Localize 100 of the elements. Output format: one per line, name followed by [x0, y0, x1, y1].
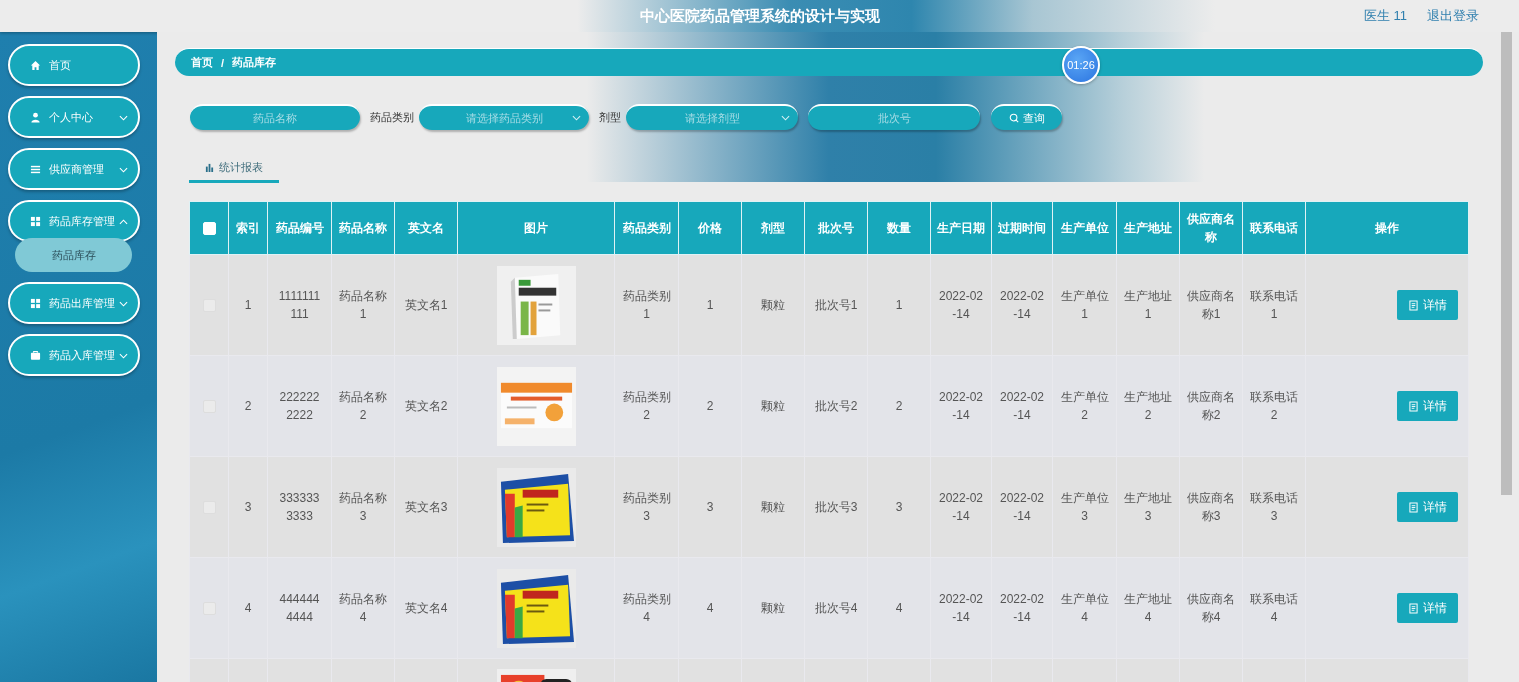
table-cell: 3	[867, 456, 931, 558]
table-cell: 英文名1	[394, 254, 458, 356]
user-icon	[30, 111, 41, 123]
bar-chart-icon	[205, 162, 214, 172]
table-cell: 供应商名称1	[1179, 254, 1243, 356]
breadcrumb-link[interactable]: 首页	[191, 55, 213, 70]
column-header: 生产日期	[930, 201, 992, 255]
table-cell: 2022-02-14	[991, 355, 1053, 457]
table-cell: 2	[678, 355, 742, 457]
column-header: 图片	[457, 201, 615, 255]
table-cell: 2022-02-14	[930, 456, 992, 558]
table-cell: 药品名称2	[331, 355, 395, 457]
column-header: 数量	[867, 201, 931, 255]
table-cell: 1	[228, 254, 268, 356]
table-cell: 生产地址1	[1116, 254, 1180, 356]
table-cell: 英文名4	[394, 557, 458, 659]
table-cell: 颗粒	[741, 254, 805, 356]
table-cell: 1111111111	[267, 254, 332, 356]
batch-number-field[interactable]: 批次号	[808, 104, 980, 130]
table-cell: 2	[867, 355, 931, 457]
system-title: 中心医院药品管理系统的设计与实现	[639, 6, 880, 26]
column-header: 批次号	[804, 201, 868, 255]
detail-button[interactable]: 详情	[1397, 391, 1458, 421]
table-cell: 4	[228, 557, 268, 659]
table-cell: 2022-02-14	[991, 254, 1053, 356]
table-cell: 4	[678, 557, 742, 659]
search-icon	[1008, 113, 1019, 123]
table-cell: 2022-02-14	[991, 557, 1053, 659]
column-header: 索引	[228, 201, 268, 255]
column-header: 操作	[1305, 201, 1469, 255]
table-cell: 4444444444	[267, 557, 332, 659]
column-header: 供应商名称	[1179, 201, 1243, 255]
search-button[interactable]: 查询	[991, 104, 1062, 130]
scroll-thumb[interactable]	[1501, 32, 1512, 495]
table-cell: 批次号1	[804, 254, 868, 356]
category-label: 药品类别	[370, 109, 414, 125]
table-cell: 生产单位3	[1052, 456, 1117, 558]
detail-button[interactable]: 详情	[1397, 593, 1458, 623]
column-header: 英文名	[394, 201, 458, 255]
table-cell: 药品名称1	[331, 254, 395, 356]
table-cell: 批次号3	[804, 456, 868, 558]
table-cell: 供应商名称3	[1179, 456, 1243, 558]
select-all-checkbox[interactable]	[202, 222, 216, 236]
column-header: 剂型	[741, 201, 805, 255]
logout-link[interactable]: 退出登录	[1427, 7, 1479, 25]
table-cell: 英文名3	[394, 456, 458, 558]
table-cell: 颗粒	[741, 557, 805, 659]
drug-name-field[interactable]: 药品名称	[190, 104, 360, 130]
timer-badge: 01:26	[1062, 46, 1100, 84]
table-cell: 1	[678, 254, 742, 356]
table-cell: 3333333333	[267, 456, 332, 558]
chevron-icon	[781, 115, 790, 121]
bag-icon	[30, 349, 41, 361]
list-icon	[30, 163, 41, 175]
sidebar-item[interactable]: 个人中心	[8, 96, 140, 138]
table-cell: 药品类别2	[614, 355, 679, 457]
sidebar-item[interactable]: 供应商管理	[8, 148, 140, 190]
table-cell: 英文名2	[394, 355, 458, 457]
document-icon	[1408, 501, 1418, 513]
document-icon	[1408, 400, 1418, 412]
sidebar-subitem[interactable]: 药品库存	[15, 238, 132, 272]
detail-button[interactable]: 详情	[1397, 492, 1458, 522]
table-cell: 联系电话1	[1242, 254, 1306, 356]
column-header: 价格	[678, 201, 742, 255]
table-cell: 4	[867, 557, 931, 659]
table-cell: 批次号4	[804, 557, 868, 659]
document-icon	[1408, 299, 1418, 311]
sidebar-item[interactable]: 首页	[8, 44, 140, 86]
table-cell: 生产地址2	[1116, 355, 1180, 457]
sidebar-item[interactable]: 药品入库管理	[8, 334, 140, 376]
document-icon	[1408, 602, 1418, 614]
column-header: 药品编号	[267, 201, 332, 255]
table-cell: 药品类别3	[614, 456, 679, 558]
table-cell: 联系电话4	[1242, 557, 1306, 659]
table-cell: 生产地址3	[1116, 456, 1180, 558]
table-cell: 批次号2	[804, 355, 868, 457]
grid-icon	[30, 215, 41, 227]
report-tab[interactable]: 统计报表	[189, 154, 279, 183]
user-link[interactable]: 医生 11	[1363, 7, 1407, 25]
sidebar-item[interactable]: 药品库存管理	[8, 200, 140, 242]
table-cell: 供应商名称4	[1179, 557, 1243, 659]
column-header: 生产单位	[1052, 201, 1117, 255]
column-header: 联系电话	[1242, 201, 1306, 255]
table-cell: 药品类别1	[614, 254, 679, 356]
table-cell: 药品类别4	[614, 557, 679, 659]
dosage-form-select[interactable]: 请选择剂型	[626, 104, 798, 130]
column-header: 过期时间	[991, 201, 1053, 255]
detail-button[interactable]: 详情	[1397, 290, 1458, 320]
category-select[interactable]: 请选择药品类别	[419, 104, 589, 130]
table-cell: 颗粒	[741, 355, 805, 457]
table-cell: 生产地址4	[1116, 557, 1180, 659]
table-cell: 3	[678, 456, 742, 558]
table-cell: 2022-02-14	[930, 355, 992, 457]
table-cell: 药品名称3	[331, 456, 395, 558]
table-cell: 联系电话2	[1242, 355, 1306, 457]
table-cell: 2022-02-14	[991, 456, 1053, 558]
breadcrumb-link[interactable]: 药品库存	[232, 55, 277, 70]
table-cell: 联系电话3	[1242, 456, 1306, 558]
sidebar-item[interactable]: 药品出库管理	[8, 282, 140, 324]
breadcrumb-separator: /	[221, 56, 225, 69]
